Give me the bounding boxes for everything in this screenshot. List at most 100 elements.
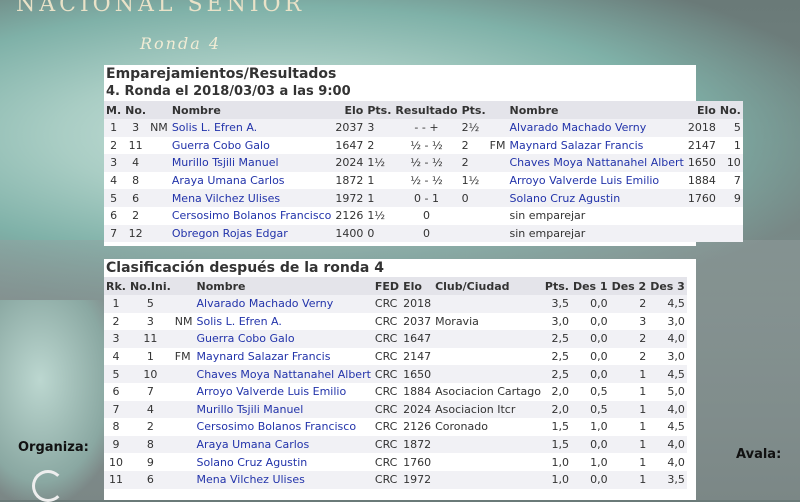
player-link[interactable]: Maynard Salazar Francis — [194, 347, 373, 366]
opponent-link[interactable]: Maynard Salazar Francis — [507, 136, 686, 155]
cell-des2: 1 — [609, 435, 649, 454]
cell-des2: 1 — [609, 418, 649, 436]
standings-table: Rk. No.Ini. Nombre FED Elo Club/Ciudad P… — [104, 277, 687, 489]
cell-pts: 1,0 — [542, 470, 571, 489]
cell-des1: 1,0 — [570, 418, 610, 436]
cell-pts: 1 — [365, 189, 394, 207]
player-link[interactable]: Solis L. Efren A. — [169, 119, 334, 137]
col-des2: Des 2 — [609, 277, 649, 295]
player-link[interactable]: Guerra Cobo Galo — [194, 330, 373, 348]
player-link[interactable]: Murillo Tsjili Manuel — [194, 400, 373, 419]
cell-elo: 2037 — [401, 312, 434, 331]
player-link[interactable]: Alvarado Machado Verny — [194, 295, 373, 313]
cell-fed: CRC — [372, 330, 402, 348]
cell-result: ½ - ½ — [393, 171, 460, 190]
player-link[interactable]: Obregon Rojas Edgar — [169, 224, 334, 243]
player-link[interactable]: Solano Cruz Agustin — [194, 453, 373, 471]
col-title2 — [487, 101, 508, 119]
cell-m: 5 — [104, 189, 124, 207]
player-link[interactable]: Chaves Moya Nattanahel Albert — [194, 365, 373, 383]
cell-fed: CRC — [372, 382, 402, 401]
opponent-link[interactable]: Chaves Moya Nattanahel Albert — [507, 154, 686, 172]
col-result: Resultado — [393, 101, 460, 119]
cell-noini: 3 — [127, 312, 173, 331]
cell-des3: 3,5 — [648, 470, 687, 489]
cell-result: 0 - 1 — [393, 189, 460, 207]
col-pts2: Pts. — [459, 101, 488, 119]
standings-header-row: Rk. No.Ini. Nombre FED Elo Club/Ciudad P… — [104, 277, 687, 295]
cell-fed: CRC — [372, 400, 402, 419]
cell-pts: 1,5 — [542, 435, 571, 454]
cell-des3: 4,0 — [648, 330, 687, 348]
cell-fed: CRC — [372, 347, 402, 366]
col-no: No. — [123, 101, 149, 119]
col-title — [172, 277, 195, 295]
col-pts: Pts. — [542, 277, 571, 295]
player-link[interactable]: Cersosimo Bolanos Francisco — [194, 418, 373, 436]
player-link[interactable]: Mena Vilchez Ulises — [169, 189, 334, 207]
cell-title — [172, 470, 195, 489]
cell-no: 6 — [123, 189, 149, 207]
cell-des2: 1 — [609, 470, 649, 489]
opponent-link[interactable]: Arroyo Valverde Luis Emilio — [507, 171, 686, 190]
cell-title: NM — [172, 312, 195, 331]
col-noini: No.Ini. — [127, 277, 173, 295]
cell-pts: 2,5 — [542, 365, 571, 383]
cell-no2: 5 — [717, 119, 743, 137]
cell-pts2: 2 — [459, 136, 488, 155]
player-link[interactable]: Araya Umana Carlos — [169, 171, 334, 190]
cell-des2: 2 — [609, 347, 649, 366]
cell-title — [172, 365, 195, 383]
cell-elo: 1400 — [333, 224, 366, 243]
col-des3: Des 3 — [648, 277, 687, 295]
cell-title2 — [487, 154, 508, 172]
cell-elo2 — [685, 206, 718, 225]
endorser-label: Avala: — [736, 447, 782, 462]
cell-noini: 4 — [127, 400, 173, 419]
player-link[interactable]: Mena Vilchez Ulises — [194, 470, 373, 489]
cell-elo: 1647 — [333, 136, 366, 155]
cell-elo: 2024 — [401, 400, 434, 419]
cell-m: 1 — [104, 119, 124, 137]
cell-des2: 1 — [609, 400, 649, 419]
player-link[interactable]: Solis L. Efren A. — [194, 312, 373, 331]
player-link[interactable]: Arroyo Valverde Luis Emilio — [194, 382, 373, 401]
background-left-splash — [0, 300, 120, 500]
cell-club — [433, 365, 543, 383]
bye-label: sin emparejar — [507, 224, 686, 243]
cell-m: 6 — [104, 206, 124, 225]
cell-title — [172, 295, 195, 313]
table-row: 3 4 Murillo Tsjili Manuel 2024 1½ ½ - ½ … — [104, 154, 743, 172]
cell-club: Moravia — [433, 312, 543, 331]
opponent-link[interactable]: Solano Cruz Agustin — [507, 189, 686, 207]
cell-elo: 2024 — [333, 154, 366, 172]
player-link[interactable]: Guerra Cobo Galo — [169, 136, 334, 155]
cell-pts2: 2½ — [459, 119, 488, 137]
cell-noini: 10 — [127, 365, 173, 383]
cell-no2 — [717, 206, 743, 225]
cell-rk: 4 — [104, 347, 128, 366]
col-elo: Elo — [333, 101, 366, 119]
cell-pts2: 0 — [459, 189, 488, 207]
player-link[interactable]: Murillo Tsjili Manuel — [169, 154, 334, 172]
col-fed: FED — [372, 277, 402, 295]
cell-elo: 1647 — [401, 330, 434, 348]
opponent-link[interactable]: Alvarado Machado Verny — [507, 119, 686, 137]
cell-noini: 1 — [127, 347, 173, 366]
cell-club — [433, 347, 543, 366]
player-link[interactable]: Araya Umana Carlos — [194, 435, 373, 454]
player-link[interactable]: Cersosimo Bolanos Francisco — [169, 206, 334, 225]
cell-pts: 3,5 — [542, 295, 571, 313]
cell-m: 7 — [104, 224, 124, 243]
cell-no: 4 — [123, 154, 149, 172]
cell-des3: 4,5 — [648, 365, 687, 383]
cell-result: - - + — [393, 119, 460, 137]
cell-des3: 5,0 — [648, 382, 687, 401]
col-name: Nombre — [169, 101, 334, 119]
cell-fed: CRC — [372, 312, 402, 331]
col-name2: Nombre — [507, 101, 686, 119]
cell-title — [172, 418, 195, 436]
col-elo2: Elo — [685, 101, 718, 119]
cell-title: NM — [148, 119, 170, 137]
table-row: 7 12 Obregon Rojas Edgar 1400 0 0 sin em… — [104, 224, 743, 243]
